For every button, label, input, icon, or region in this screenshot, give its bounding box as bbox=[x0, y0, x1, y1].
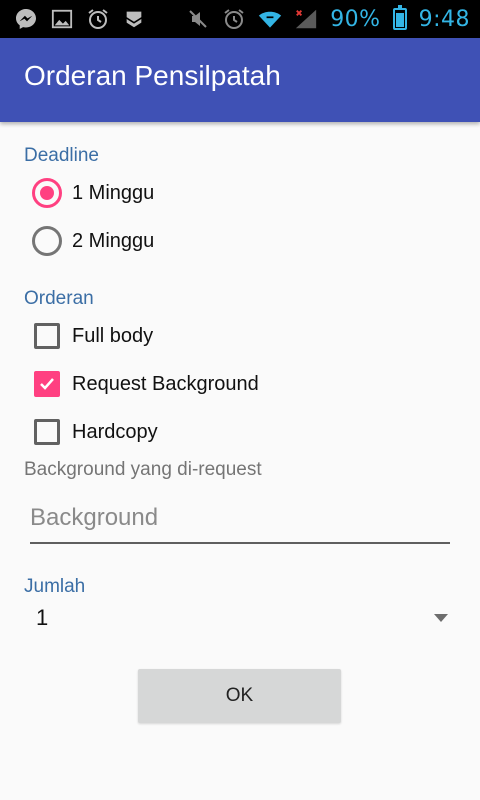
background-input[interactable] bbox=[30, 500, 450, 532]
image-icon bbox=[50, 7, 74, 31]
checkbox-option-hardcopy[interactable]: Hardcopy bbox=[32, 415, 158, 449]
battery-icon bbox=[392, 5, 407, 30]
radio-button-checked[interactable] bbox=[32, 178, 62, 208]
background-field[interactable] bbox=[30, 500, 450, 544]
checkbox-unchecked[interactable] bbox=[34, 323, 60, 349]
signal-icon bbox=[294, 7, 318, 31]
checkbox-label: Full body bbox=[72, 324, 154, 347]
ok-button[interactable]: OK bbox=[138, 669, 341, 723]
clock: 9:48 bbox=[418, 6, 470, 32]
checkbox-option-full-body[interactable]: Full body bbox=[32, 319, 153, 353]
checkbox-label: Request Background bbox=[72, 372, 259, 395]
orderan-label: Orderan bbox=[24, 288, 94, 309]
app-bar: Orderan Pensilpatah bbox=[0, 38, 480, 122]
alarm-icon bbox=[86, 7, 110, 31]
battery-percent: 90% bbox=[330, 6, 381, 32]
radio-button-unchecked[interactable] bbox=[32, 226, 62, 256]
radio-option-1-minggu[interactable]: 1 Minggu bbox=[32, 176, 154, 210]
status-bar: 90% 9:48 bbox=[0, 0, 480, 38]
background-field-label: Background yang di-request bbox=[24, 459, 262, 480]
mute-icon bbox=[186, 7, 210, 31]
dropdown-arrow-icon bbox=[434, 614, 448, 622]
checkmark-icon bbox=[40, 378, 54, 390]
radio-option-2-minggu[interactable]: 2 Minggu bbox=[32, 224, 154, 258]
radio-label: 1 Minggu bbox=[72, 181, 155, 204]
checkbox-unchecked[interactable] bbox=[34, 419, 60, 445]
deadline-label: Deadline bbox=[24, 145, 99, 166]
jumlah-label: Jumlah bbox=[24, 576, 86, 597]
alarm-icon bbox=[222, 7, 246, 31]
download-icon bbox=[122, 7, 146, 31]
spinner-value: 1 bbox=[36, 605, 49, 630]
jumlah-spinner[interactable]: 1 bbox=[24, 600, 452, 636]
notification-icons bbox=[14, 7, 146, 31]
wifi-icon bbox=[258, 7, 282, 31]
app-title: Orderan Pensilpatah bbox=[24, 60, 281, 91]
messenger-icon bbox=[14, 7, 38, 31]
radio-label: 2 Minggu bbox=[72, 229, 155, 252]
checkbox-label: Hardcopy bbox=[72, 420, 158, 443]
checkbox-option-request-background[interactable]: Request Background bbox=[32, 367, 259, 401]
system-icons: 90% 9:48 bbox=[186, 5, 470, 32]
checkbox-checked[interactable] bbox=[34, 371, 60, 397]
